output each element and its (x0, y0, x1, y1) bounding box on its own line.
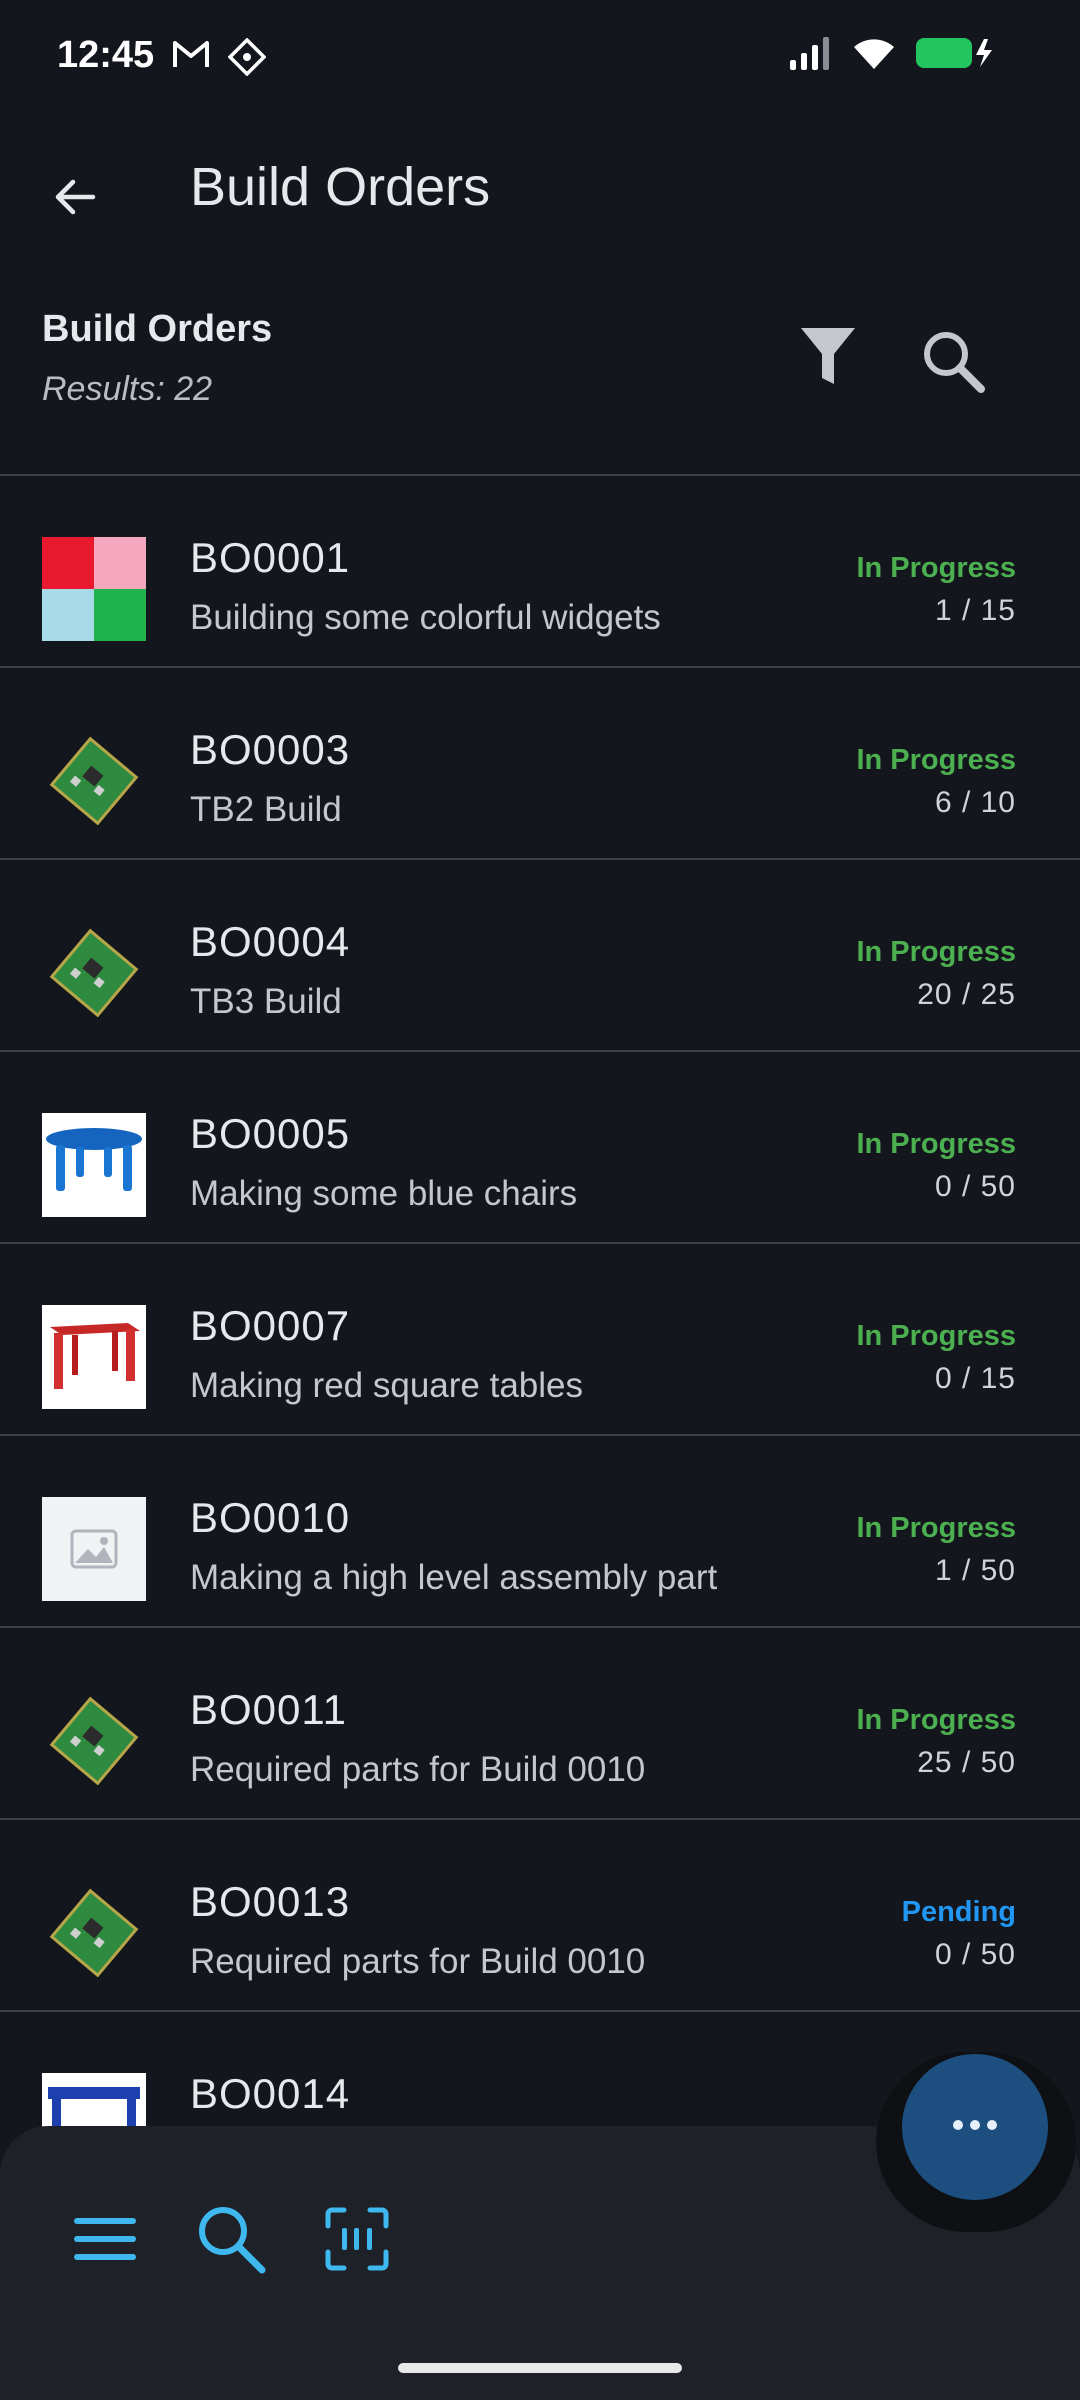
order-reference: BO0001 (190, 534, 351, 581)
order-description: Required parts for Build 0010 (190, 1942, 646, 1981)
circuit-board-thumbnail (42, 1689, 146, 1793)
list-item[interactable]: BO0010 Making a high level assembly part… (0, 1436, 1080, 1628)
filter-icon (798, 324, 858, 393)
status-badge: In Progress (856, 1320, 1016, 1352)
order-progress: 1 / 15 (934, 594, 1016, 627)
search-icon (195, 2203, 267, 2280)
more-horizontal-icon (952, 2118, 998, 2136)
gmail-icon (172, 38, 210, 81)
app-bar: Build Orders (0, 116, 1080, 266)
app-notification-icon (227, 37, 267, 81)
list-header: Build Orders Results: 22 (0, 290, 1080, 476)
order-reference: BO0003 (190, 726, 351, 773)
circuit-board-thumbnail (42, 729, 146, 833)
status-badge: In Progress (856, 552, 1016, 584)
status-badge: In Progress (856, 1512, 1016, 1544)
filter-button[interactable] (790, 320, 866, 396)
order-reference: BO0007 (190, 1302, 351, 1349)
search-icon (920, 328, 986, 399)
order-progress: 6 / 10 (934, 786, 1016, 819)
order-progress: 0 / 15 (934, 1362, 1016, 1395)
order-description: Making some blue chairs (190, 1174, 578, 1213)
menu-icon (72, 2214, 138, 2269)
part-thumbnail (42, 537, 146, 641)
status-bar: 12:45 (0, 0, 1080, 116)
order-description: Required parts for Build 0010 (190, 1750, 646, 1789)
list-item[interactable]: BO0007 Making red square tables In Progr… (0, 1244, 1080, 1436)
list-item[interactable]: BO0013 Required parts for Build 0010 Pen… (0, 1820, 1080, 2012)
page-title: Build Orders (190, 157, 491, 217)
order-progress: 25 / 50 (917, 1746, 1016, 1779)
order-reference: BO0005 (190, 1110, 351, 1157)
list-item[interactable]: BO0001 Building some colorful widgets In… (0, 476, 1080, 668)
arrow-back-icon (51, 173, 99, 226)
order-progress: 0 / 50 (934, 1938, 1016, 1971)
order-progress: 20 / 25 (917, 978, 1016, 1011)
status-badge: In Progress (856, 1704, 1016, 1736)
scan-barcode-button[interactable] (312, 2196, 402, 2286)
wifi-icon (852, 36, 896, 75)
order-reference: BO0014 (190, 2070, 351, 2117)
status-badge: In Progress (856, 744, 1016, 776)
status-badge: Pending (901, 1896, 1016, 1928)
list-item[interactable]: BO0011 Required parts for Build 0010 In … (0, 1628, 1080, 1820)
more-actions-button[interactable] (902, 2054, 1048, 2200)
battery-charging-icon (914, 36, 994, 75)
scan-icon (324, 2206, 390, 2277)
order-reference: BO0013 (190, 1878, 351, 1925)
blue-table-thumbnail (42, 1113, 146, 1217)
order-description: TB3 Build (190, 982, 342, 1021)
list-item[interactable]: BO0004 TB3 Build In Progress 20 / 25 (0, 860, 1080, 1052)
order-progress: 1 / 50 (934, 1554, 1016, 1587)
order-progress: 0 / 50 (934, 1170, 1016, 1203)
home-indicator[interactable] (398, 2363, 682, 2373)
image-placeholder-icon (42, 1497, 146, 1601)
order-reference: BO0010 (190, 1494, 351, 1541)
circuit-board-thumbnail (42, 1881, 146, 1985)
circuit-board-thumbnail (42, 921, 146, 1025)
signal-icon (788, 36, 834, 75)
menu-button[interactable] (60, 2196, 150, 2286)
order-description: Building some colorful widgets (190, 598, 661, 637)
results-count: Results: 22 (42, 370, 213, 408)
list-item[interactable]: BO0003 TB2 Build In Progress 6 / 10 (0, 668, 1080, 860)
order-reference: BO0011 (190, 1686, 347, 1733)
search-button[interactable] (910, 320, 996, 406)
status-badge: In Progress (856, 1128, 1016, 1160)
order-description: TB2 Build (190, 790, 342, 829)
list-item[interactable]: BO0005 Making some blue chairs In Progre… (0, 1052, 1080, 1244)
order-description: Making red square tables (190, 1366, 583, 1405)
red-table-thumbnail (42, 1305, 146, 1409)
order-description: Making a high level assembly part (190, 1558, 718, 1597)
back-button[interactable] (40, 164, 110, 234)
status-badge: In Progress (856, 936, 1016, 968)
build-order-list: BO0001 Building some colorful widgets In… (0, 476, 1080, 2204)
list-title: Build Orders (42, 308, 273, 350)
order-reference: BO0004 (190, 918, 351, 965)
status-time: 12:45 (57, 34, 155, 76)
search-nav-button[interactable] (186, 2196, 276, 2286)
